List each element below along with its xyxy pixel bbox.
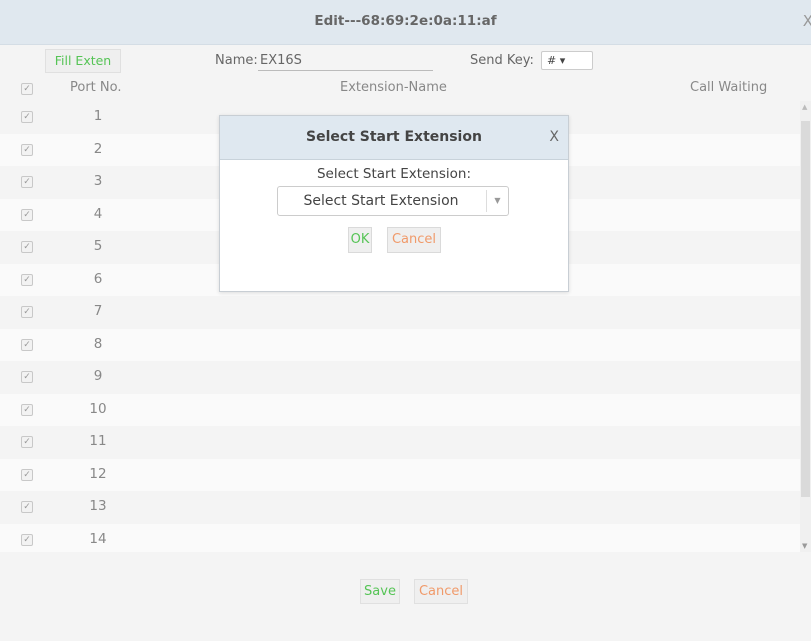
- port-number: 3: [93, 173, 103, 189]
- table-row: ✓ 9: [0, 361, 800, 394]
- table-row: ✓ 7: [0, 296, 800, 329]
- row-checkbox[interactable]: ✓: [21, 241, 33, 253]
- row-checkbox[interactable]: ✓: [21, 143, 33, 156]
- port-number: 13: [89, 498, 107, 514]
- row-checkbox[interactable]: ✓: [21, 403, 33, 416]
- select-start-extension-dialog: Select Start Extension X Select Start Ex…: [219, 115, 569, 292]
- dialog-ok-button[interactable]: OK: [348, 227, 372, 253]
- row-checkbox[interactable]: ✓: [21, 468, 33, 481]
- scroll-up-arrow-icon[interactable]: ▲: [802, 103, 807, 111]
- window-titlebar: Edit---68:69:2e:0a:11:af X: [0, 0, 811, 45]
- scroll-down-arrow-icon[interactable]: ▼: [802, 542, 807, 550]
- footer-bar: Save Cancel: [0, 552, 811, 641]
- row-checkbox[interactable]: ✓: [21, 371, 33, 383]
- table-row: ✓ 12: [0, 458, 800, 491]
- toolbar: Fill Exten Name: Send Key: # ▾: [0, 45, 811, 77]
- window-title: Edit---68:69:2e:0a:11:af: [314, 13, 497, 29]
- cancel-button[interactable]: Cancel: [414, 579, 468, 604]
- table-row: ✓ 10: [0, 393, 800, 426]
- row-checkbox[interactable]: ✓: [21, 176, 33, 188]
- row-checkbox[interactable]: ✓: [21, 306, 33, 318]
- start-extension-label: Select Start Extension:: [316, 166, 472, 182]
- select-all-checkbox[interactable]: ✓: [21, 83, 33, 95]
- port-number: 1: [93, 108, 103, 124]
- row-checkbox[interactable]: ✓: [21, 208, 33, 221]
- table-row: ✓ 8: [0, 328, 800, 361]
- table-row: ✓ 14: [0, 523, 800, 552]
- name-label: Name:: [215, 53, 258, 68]
- table-header: ✓ Port No. Extension-Name Call Waiting: [0, 77, 811, 101]
- dialog-header: Select Start Extension X: [220, 116, 568, 160]
- row-checkbox[interactable]: ✓: [21, 338, 33, 351]
- window-close-button[interactable]: X: [803, 12, 811, 30]
- row-checkbox[interactable]: ✓: [21, 436, 33, 448]
- start-extension-select-value: Select Start Extension: [303, 193, 459, 209]
- port-number: 2: [93, 140, 103, 157]
- port-number: 7: [93, 303, 103, 319]
- row-checkbox[interactable]: ✓: [21, 533, 33, 546]
- port-number: 5: [93, 238, 103, 254]
- table-row: ✓ 13: [0, 491, 800, 524]
- port-number: 9: [93, 368, 103, 384]
- port-number: 6: [93, 270, 103, 287]
- column-header-port: Port No.: [70, 80, 122, 95]
- port-number: 12: [89, 465, 107, 482]
- dialog-cancel-button[interactable]: Cancel: [387, 227, 441, 253]
- port-number: 8: [93, 335, 103, 352]
- save-button[interactable]: Save: [360, 579, 400, 604]
- column-header-call-waiting: Call Waiting: [690, 80, 768, 95]
- fill-extension-button[interactable]: Fill Exten: [45, 49, 121, 73]
- column-header-extension-name: Extension-Name: [340, 80, 447, 95]
- send-key-label: Send Key:: [470, 53, 534, 68]
- row-checkbox[interactable]: ✓: [21, 111, 33, 123]
- row-checkbox[interactable]: ✓: [21, 273, 33, 286]
- port-number: 4: [93, 205, 103, 222]
- port-number: 11: [89, 433, 107, 449]
- name-input[interactable]: [258, 51, 433, 71]
- port-number: 14: [89, 530, 107, 547]
- start-extension-select[interactable]: Select Start Extension ▼: [277, 186, 509, 216]
- send-key-select[interactable]: # ▾: [541, 51, 593, 70]
- dialog-title: Select Start Extension: [306, 129, 482, 145]
- chevron-down-icon[interactable]: ▼: [486, 190, 508, 212]
- row-checkbox[interactable]: ✓: [21, 501, 33, 513]
- table-scrollbar[interactable]: ▲ ▼: [800, 101, 811, 552]
- scrollbar-thumb[interactable]: [801, 121, 810, 497]
- dialog-close-button[interactable]: X: [549, 129, 559, 145]
- table-row: ✓ 11: [0, 426, 800, 459]
- port-number: 10: [89, 400, 107, 417]
